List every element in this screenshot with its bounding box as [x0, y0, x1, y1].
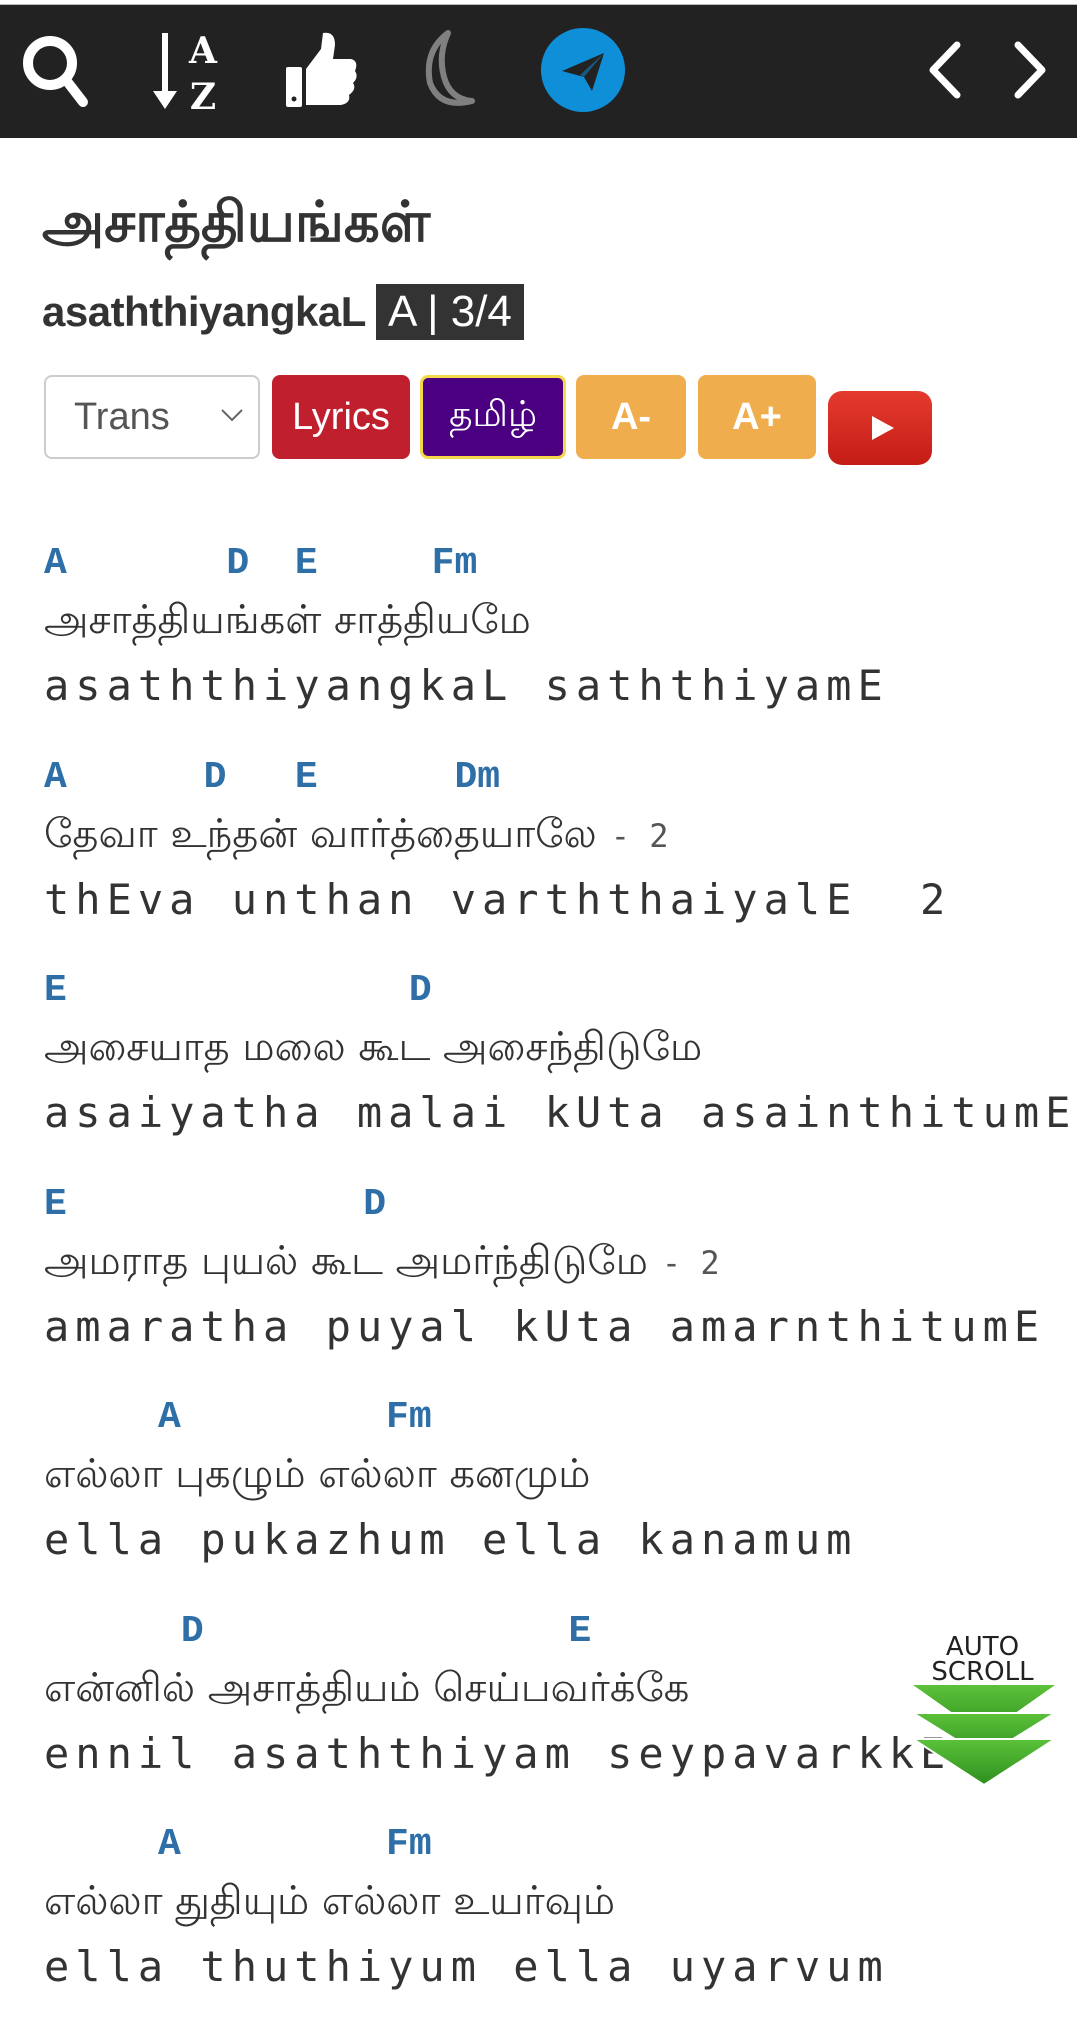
like-button[interactable]	[275, 25, 365, 115]
chord-line: A D E Dm	[44, 755, 501, 799]
chevron-right-icon	[1014, 41, 1046, 99]
repeat-marker: - 2	[610, 816, 669, 855]
sort-letter-z: Z	[190, 76, 216, 115]
chord-line: E D	[44, 969, 432, 1012]
auto-scroll-button[interactable]: AUTO SCROLL	[905, 1634, 1060, 1785]
sort-letter-a: A	[188, 30, 218, 72]
script-select-value: Trans	[74, 395, 170, 438]
lyric-block: A D E Fm அசாத்தியங்கள் சாத்தியமே asathth…	[44, 530, 1080, 744]
thumbs-up-icon	[286, 32, 357, 107]
font-decrease-button[interactable]: A-	[576, 375, 686, 459]
sort-az-button[interactable]: A Z	[145, 25, 235, 115]
chord-line: A D E Fm	[44, 542, 478, 585]
repeat-marker: - 2	[661, 1243, 720, 1282]
tamil-lyric-line: அமராத புயல் கூட அமர்ந்திடுமே - 2	[44, 1241, 720, 1281]
search-button[interactable]	[12, 25, 102, 115]
chord-line: E D	[44, 1182, 387, 1226]
tamil-lyric-line: அசையாத மலை கூட அசைந்திடுமே	[44, 1027, 702, 1067]
telegram-icon	[541, 28, 625, 112]
song-lyrics: A D E Fm அசாத்தியங்கள் சாத்தியமே asathth…	[44, 530, 1080, 2025]
lyric-block: E D அசையாத மலை கூட அசைந்திடுமே asaiyatha…	[44, 957, 1080, 1171]
transliteration-line: asaiyatha malai kUta asainthitumE	[44, 1088, 1077, 1137]
previous-song-button[interactable]	[900, 25, 990, 115]
tamil-text: அசையாத மலை கூட அசைந்திடுமே	[44, 1024, 703, 1070]
moon-icon	[425, 30, 475, 106]
transliteration-line: amaratha puyal kUta amarnthitumE	[44, 1301, 1046, 1351]
song-title: அசாத்தியங்கள்	[42, 190, 431, 255]
song-title-transliterated: asaththiyangkaL	[42, 288, 366, 335]
search-icon	[23, 36, 88, 107]
tamil-lyric-line: எல்லா புகழும் எல்லா கனமும்	[44, 1454, 590, 1494]
tamil-text: அசாத்தியங்கள் சாத்தியமே	[44, 597, 531, 643]
lyric-block: A Fm எல்லா துதியும் எல்லா உயர்வும் ella …	[44, 1811, 1080, 2025]
tamil-text: தேவா உந்தன் வார்த்தையாலே	[44, 810, 597, 857]
tamil-text: எல்லா துதியும் எல்லா உயர்வும்	[44, 1878, 616, 1924]
tamil-lyric-line: என்னில் அசாத்தியம் செய்பவர்க்கே	[44, 1668, 689, 1708]
sort-az-icon: A Z	[153, 30, 218, 115]
tamil-lyric-line: எல்லா துதியும் எல்லா உயர்வும்	[44, 1881, 615, 1921]
key-time-signature-badge: A | 3/4	[375, 284, 524, 340]
telegram-button[interactable]	[538, 25, 628, 115]
font-increase-button[interactable]: A+	[698, 375, 816, 459]
chevron-down-icon	[221, 409, 243, 422]
lyric-block: A Fm எல்லா புகழும் எல்லா கனமும் ella puk…	[44, 1384, 1080, 1598]
chord-line: D E	[44, 1609, 592, 1653]
tamil-lyric-line: அசாத்தியங்கள் சாத்தியமே	[44, 600, 531, 640]
lyrics-button[interactable]: Lyrics	[272, 375, 410, 459]
top-toolbar: A Z	[0, 4, 1077, 138]
transliteration-line: thEva unthan varththaiyalE 2	[44, 874, 952, 924]
next-song-button[interactable]	[985, 25, 1075, 115]
youtube-button[interactable]	[828, 391, 932, 465]
transliteration-line: ella pukazhum ella kanamum	[44, 1515, 858, 1564]
transliteration-line: asaththiyangkaL saththiyamE	[44, 661, 889, 710]
tamil-lyric-line: தேவா உந்தன் வார்த்தையாலே - 2	[44, 814, 669, 854]
lyric-block: E D அமராத புயல் கூட அமர்ந்திடுமே - 2 amar…	[44, 1171, 1080, 1385]
chord-line: A Fm	[44, 1823, 432, 1866]
tamil-script-button[interactable]: தமிழ்	[420, 375, 566, 459]
script-select[interactable]: Trans	[44, 375, 260, 459]
transliteration-line: ennil asaththiyam seypavarkkE	[44, 1728, 952, 1778]
chord-line: A Fm	[44, 1396, 432, 1439]
tamil-text: எல்லா புகழும் எல்லா கனமும்	[44, 1451, 591, 1497]
tamil-text: என்னில் அசாத்தியம் செய்பவர்க்கே	[44, 1664, 690, 1711]
dark-mode-toggle[interactable]	[405, 25, 495, 115]
triple-chevron-down-icon	[909, 1685, 1059, 1785]
song-subtitle-row: asaththiyangkaL A | 3/4	[42, 284, 524, 340]
transliteration-line: ella thuthiyum ella uyarvum	[44, 1942, 889, 1991]
youtube-play-icon	[872, 416, 894, 440]
tamil-text: அமராத புயல் கூட அமர்ந்திடுமே	[44, 1237, 648, 1284]
lyric-block: A D E Dm தேவா உந்தன் வார்த்தையாலே - 2 thE…	[44, 744, 1080, 958]
chevron-left-icon	[929, 41, 961, 99]
